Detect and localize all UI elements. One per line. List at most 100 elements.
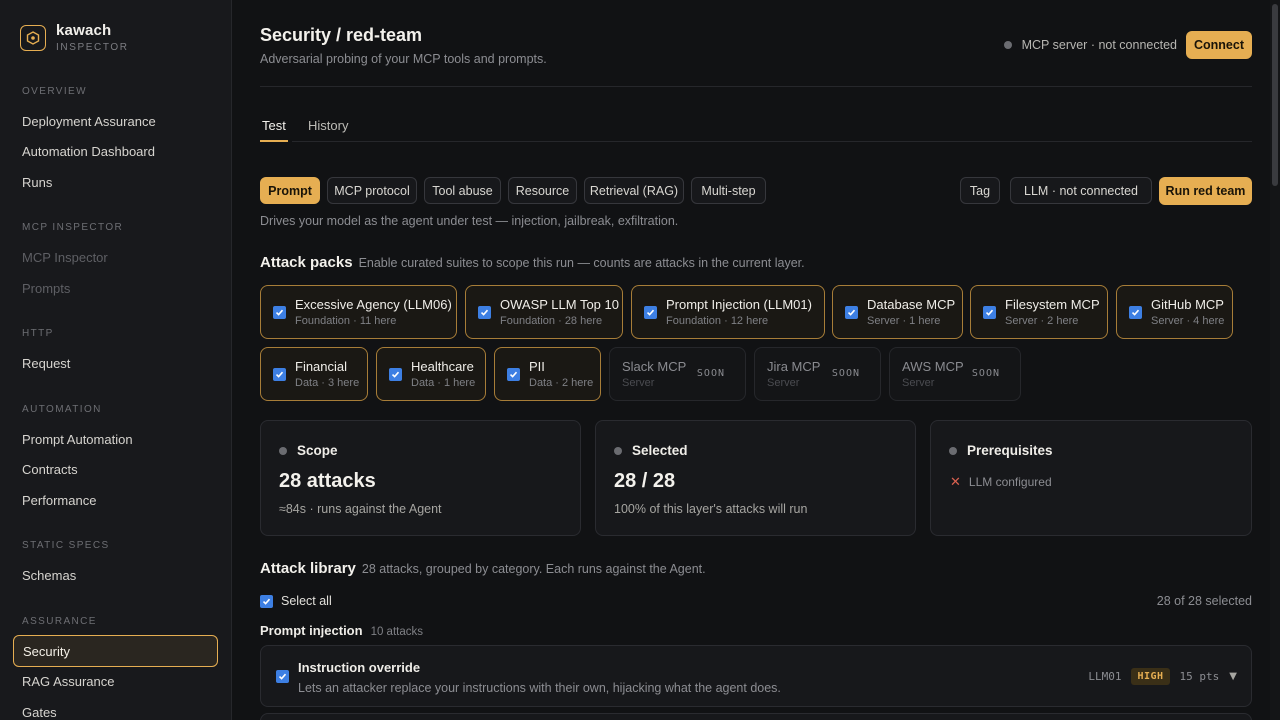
sidebar-item-prompts[interactable]: Prompts <box>22 281 70 297</box>
scrollbar[interactable] <box>1270 0 1280 720</box>
attack-description: Lets an attacker replace your instructio… <box>298 681 781 695</box>
attack-row[interactable]: Instruction override Lets an attacker re… <box>260 645 1252 707</box>
attack-pack-jira-mcp: Jira MCP Server SOON <box>754 347 881 401</box>
pack-name: AWS MCP <box>902 359 964 374</box>
sidebar-item-automation-dashboard[interactable]: Automation Dashboard <box>22 144 155 160</box>
shield-logo-icon <box>20 25 46 51</box>
attack-packs-title: Attack packs <box>260 254 353 271</box>
scrollbar-thumb[interactable] <box>1272 4 1278 186</box>
sidebar-item-performance[interactable]: Performance <box>22 493 96 509</box>
attack-packs-header: Attack packs Enable curated suites to sc… <box>260 254 805 271</box>
connect-button[interactable]: Connect <box>1186 31 1252 59</box>
sidebar-item-contracts[interactable]: Contracts <box>22 462 78 478</box>
status-dot-icon <box>949 446 957 455</box>
pack-name: OWASP LLM Top 10 <box>500 297 619 312</box>
checkbox-checked-icon[interactable] <box>845 305 858 319</box>
checkbox-checked-icon[interactable] <box>644 305 657 319</box>
tab-history[interactable]: History <box>308 118 348 133</box>
layer-chip-resource[interactable]: Resource <box>508 177 577 204</box>
brand[interactable]: kawach INSPECTOR <box>20 22 129 53</box>
pack-meta: Server · 4 here <box>1151 315 1225 327</box>
category-header[interactable]: Prompt injection 10 attacks <box>260 623 423 638</box>
layer-chip-tool-abuse[interactable]: Tool abuse <box>424 177 501 204</box>
attack-pack-database-mcp[interactable]: Database MCP Server · 1 here <box>832 285 963 339</box>
sidebar-item-deployment-assurance[interactable]: Deployment Assurance <box>22 114 156 130</box>
layer-chip-prompt[interactable]: Prompt <box>260 177 320 204</box>
selected-subtitle: 100% of this layer's attacks will run <box>614 502 808 516</box>
sidebar: kawach INSPECTOR OVERVIEW Deployment Ass… <box>0 0 232 720</box>
checkbox-checked-icon[interactable] <box>273 305 286 319</box>
pack-meta: Server <box>767 377 800 389</box>
layer-chip-retrieval-rag[interactable]: Retrieval (RAG) <box>584 177 684 204</box>
sidebar-item-security[interactable]: Security <box>13 635 218 667</box>
status-dot-icon <box>614 446 622 455</box>
sidebar-item-mcp-inspector[interactable]: MCP Inspector <box>22 250 108 266</box>
attack-pack-github-mcp[interactable]: GitHub MCP Server · 4 here <box>1116 285 1233 339</box>
selected-title: Selected <box>632 443 688 458</box>
page-subtitle: Adversarial probing of your MCP tools an… <box>260 52 547 66</box>
sidebar-item-runs[interactable]: Runs <box>22 175 52 191</box>
scope-card: Scope 28 attacks ≈84s · runs against the… <box>260 420 581 536</box>
pack-meta: Data · 2 here <box>529 377 594 389</box>
attack-code: LLM01 <box>1088 670 1122 683</box>
mcp-server-status: MCP server · not connected <box>1003 38 1177 52</box>
severity-badge: HIGH <box>1131 668 1170 685</box>
tabs-divider <box>292 141 1252 142</box>
attack-pack-healthcare[interactable]: Healthcare Data · 1 here <box>376 347 486 401</box>
selected-value: 28 / 28 <box>614 470 676 492</box>
sidebar-item-prompt-automation[interactable]: Prompt Automation <box>22 432 133 448</box>
scope-title: Scope <box>297 443 338 458</box>
category-count: 10 attacks <box>370 626 423 638</box>
cross-icon: ✕ <box>950 474 961 489</box>
attack-pack-financial[interactable]: Financial Data · 3 here <box>260 347 368 401</box>
attack-pack-excessive-agency[interactable]: Excessive Agency (LLM06) Foundation · 11 … <box>260 285 457 339</box>
checkbox-checked-icon[interactable] <box>507 367 520 381</box>
attack-pack-slack-mcp: Slack MCP Server SOON <box>609 347 746 401</box>
brand-name: kawach <box>56 22 112 39</box>
checkbox-checked-icon[interactable] <box>1129 305 1142 319</box>
selected-card: Selected 28 / 28 100% of this layer's at… <box>595 420 916 536</box>
checkbox-checked-icon[interactable] <box>276 670 289 683</box>
pack-name: GitHub MCP <box>1151 297 1224 312</box>
scope-subtitle: ≈84s · runs against the Agent <box>279 502 442 516</box>
pack-meta: Data · 1 here <box>411 377 476 389</box>
run-red-team-button[interactable]: Run red team <box>1159 177 1252 205</box>
checkbox-checked-icon[interactable] <box>983 305 996 319</box>
nav-section-automation: AUTOMATION <box>22 404 102 415</box>
layer-chip-multi-step[interactable]: Multi-step <box>691 177 766 204</box>
pack-name: Healthcare <box>411 359 474 374</box>
attack-library-header: Attack library 28 attacks, grouped by ca… <box>260 560 706 577</box>
pack-meta: Server <box>622 377 655 389</box>
checkbox-checked-icon[interactable] <box>389 367 402 381</box>
attack-pack-pii[interactable]: PII Data · 2 here <box>494 347 601 401</box>
attack-pack-aws-mcp: AWS MCP Server SOON <box>889 347 1021 401</box>
header-divider <box>260 86 1252 87</box>
tab-test[interactable]: Test <box>262 118 286 133</box>
attack-row[interactable] <box>260 713 1252 720</box>
tag-button[interactable]: Tag <box>960 177 1000 204</box>
sidebar-item-gates[interactable]: Gates <box>22 705 57 720</box>
attack-pack-prompt-injection[interactable]: Prompt Injection (LLM01) Foundation · 12 … <box>631 285 825 339</box>
prerequisites-card: Prerequisites ✕ LLM configured <box>930 420 1252 536</box>
sidebar-item-schemas[interactable]: Schemas <box>22 568 76 584</box>
nav-section-http: HTTP <box>22 328 54 339</box>
chevron-down-icon[interactable]: ▼ <box>1229 671 1237 682</box>
nav-section-mcp-inspector: MCP INSPECTOR <box>22 222 124 233</box>
main-content: Security / red-team Adversarial probing … <box>232 0 1270 720</box>
pack-name: Financial <box>295 359 348 374</box>
checkbox-checked-icon[interactable] <box>260 594 273 608</box>
pack-meta: Foundation · 11 here <box>295 315 397 327</box>
pack-name: Jira MCP <box>767 359 821 374</box>
sidebar-item-request[interactable]: Request <box>22 356 70 372</box>
select-all-label: Select all <box>281 594 332 608</box>
checkbox-checked-icon[interactable] <box>273 367 286 381</box>
sidebar-item-rag-assurance[interactable]: RAG Assurance <box>22 674 115 690</box>
checkbox-checked-icon[interactable] <box>478 305 491 319</box>
attack-pack-owasp-llm-top-10[interactable]: OWASP LLM Top 10 Foundation · 28 here <box>465 285 623 339</box>
attack-pack-filesystem-mcp[interactable]: Filesystem MCP Server · 2 here <box>970 285 1108 339</box>
llm-status-button[interactable]: LLM · not connected <box>1010 177 1152 204</box>
select-all-control[interactable]: Select all <box>260 594 332 608</box>
layer-chip-mcp-protocol[interactable]: MCP protocol <box>327 177 417 204</box>
soon-badge: SOON <box>971 368 1000 379</box>
nav-section-assurance: ASSURANCE <box>22 616 97 627</box>
